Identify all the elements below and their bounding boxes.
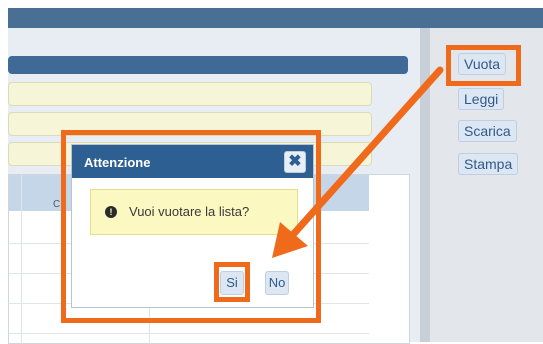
arrow-icon <box>272 66 444 258</box>
